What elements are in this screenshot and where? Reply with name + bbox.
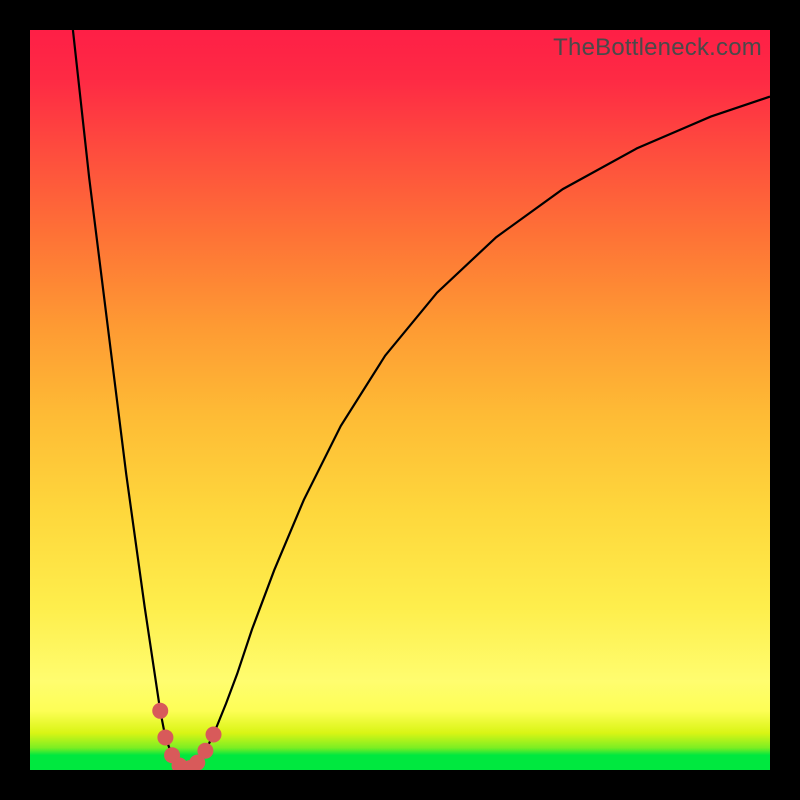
plot-area: TheBottleneck.com xyxy=(30,30,770,770)
curve-marker xyxy=(206,726,222,742)
curve-marker xyxy=(152,703,168,719)
curve-marker xyxy=(197,743,213,759)
curve-layer xyxy=(30,30,770,770)
curve-marker xyxy=(157,729,173,745)
bottleneck-curve xyxy=(73,30,770,769)
curve-markers xyxy=(152,703,221,770)
chart-frame: TheBottleneck.com xyxy=(0,0,800,800)
